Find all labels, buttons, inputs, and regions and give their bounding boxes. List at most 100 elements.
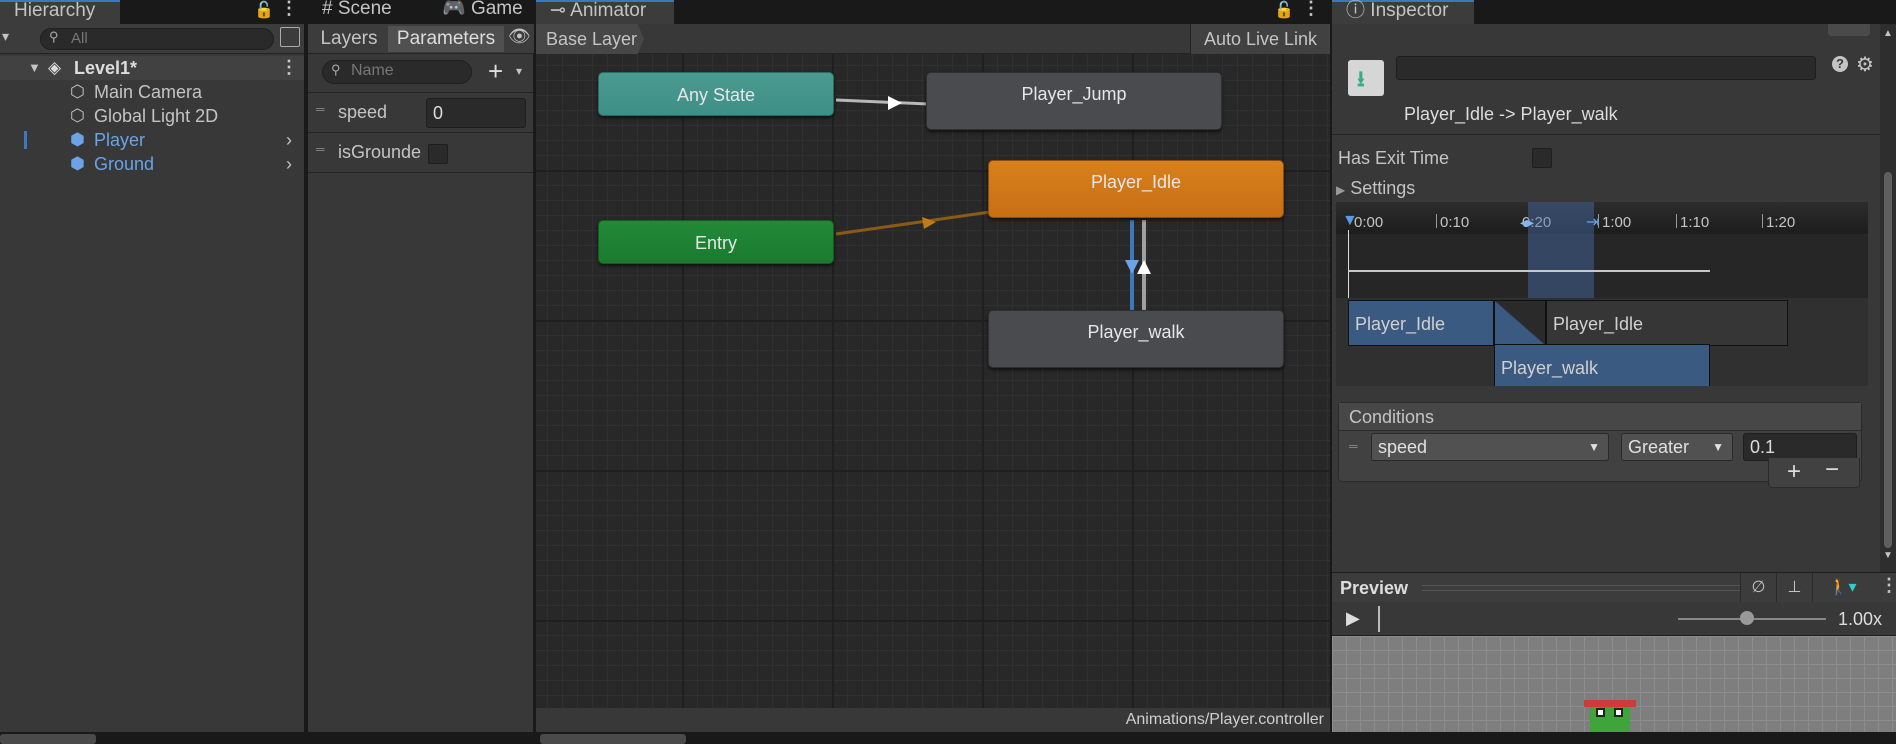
add-dropdown-icon[interactable]: ▾	[2, 28, 9, 45]
transition-end-handle-icon[interactable]: ⇥	[1586, 212, 1599, 232]
hierarchy-toolbar: ▾ ⚲ All	[0, 24, 304, 54]
param-isgrounded-checkbox[interactable]	[428, 144, 448, 164]
has-exit-time-checkbox[interactable]	[1532, 148, 1552, 168]
tab-game[interactable]: 🎮 Game	[428, 0, 537, 24]
tab-animator[interactable]: ⊸ Animator	[536, 0, 674, 24]
more-menu-icon[interactable]: ⋮	[280, 0, 298, 19]
avatar-preview-icon[interactable]: 🚶▾	[1812, 573, 1872, 603]
prefab-icon: ⬢	[70, 130, 85, 149]
search-placeholder: All	[71, 30, 88, 47]
chevron-down-icon: ▼	[1588, 440, 1600, 454]
remove-condition-icon[interactable]: −	[1825, 456, 1839, 484]
param-row-isgrounded[interactable]: ═ isGrounde	[308, 134, 534, 172]
lock-icon[interactable]: 🔓	[1274, 0, 1294, 20]
scene-row[interactable]: ▼ ◈ Level1* ⋮	[0, 56, 304, 80]
chevron-right-icon[interactable]: ›	[286, 128, 292, 152]
transition-asset-icon: ⭳	[1348, 60, 1384, 96]
preview-time-cursor[interactable]	[1378, 606, 1380, 632]
timeline-tick: 1:10	[1680, 214, 1710, 231]
hierarchy-search-input[interactable]: ⚲ All	[40, 28, 274, 50]
track-player-idle-source[interactable]: Player_Idle	[1348, 300, 1494, 346]
state-player-idle[interactable]: Player_Idle	[988, 160, 1284, 218]
animator-hscroll[interactable]	[540, 734, 686, 744]
state-player-walk[interactable]: Player_walk	[988, 310, 1284, 368]
settings-label: Settings	[1350, 178, 1416, 198]
scroll-up-icon[interactable]: ▲	[1883, 28, 1893, 39]
lock-icon[interactable]: 🔓	[254, 0, 274, 20]
hierarchy-item-label: Ground	[94, 154, 155, 174]
transition-title: Player_Idle -> Player_walk	[1404, 104, 1618, 124]
tab-scene[interactable]: # Scene	[308, 0, 406, 24]
tab-game-label: Game	[470, 0, 523, 19]
tab-animator-label: Animator	[570, 0, 647, 21]
search-icon: ⚲	[49, 29, 59, 44]
condition-mode-value: Greater	[1628, 437, 1690, 457]
transition-timeline[interactable]: 0:00 0:10 0:20 1:00 1:10 1:20 ▼ ◂▸ ⇥ Pla…	[1336, 202, 1868, 386]
settings-foldout[interactable]: ▶ Settings	[1336, 178, 1415, 199]
param-search-input[interactable]: ⚲ Name	[322, 60, 472, 84]
timeline-ruler: 0:00 0:10 0:20 1:00 1:10 1:20	[1336, 202, 1868, 234]
add-condition-icon[interactable]: +	[1787, 458, 1801, 486]
add-parameter-icon[interactable]: +	[488, 56, 503, 87]
speed-slider-thumb[interactable]	[1740, 611, 1754, 625]
transition-entry-idle	[835, 210, 991, 236]
drag-handle-icon[interactable]: ═	[316, 142, 325, 156]
transition-anystate-jump[interactable]	[835, 98, 929, 106]
inspector-top-button[interactable]	[1828, 24, 1870, 36]
tab-parameters[interactable]: Parameters	[388, 26, 504, 52]
state-any-state[interactable]: Any State	[598, 72, 834, 116]
expand-arrow-icon[interactable]: ▼	[28, 56, 41, 80]
tab-inspector[interactable]: ⓘ Inspector	[1332, 0, 1474, 24]
prefab-icon: ⬢	[70, 154, 85, 173]
param-speed-value-input[interactable]: 0	[426, 98, 526, 128]
tab-hierarchy[interactable]: Hierarchy	[0, 0, 120, 24]
condition-threshold-input[interactable]: 0.1	[1743, 433, 1857, 461]
eye-icon[interactable]: 👁	[508, 26, 531, 47]
download-arrow-icon: ⭳	[1357, 66, 1365, 91]
hierarchy-item-main-camera[interactable]: ⬡ Main Camera	[0, 80, 304, 104]
drag-handle-icon[interactable]: ═	[316, 102, 325, 116]
param-name: isGrounde	[338, 142, 422, 162]
gear-icon[interactable]: ⚙	[1856, 52, 1874, 77]
divider	[308, 92, 534, 93]
more-menu-icon[interactable]: ⋮	[1302, 0, 1320, 19]
condition-param-dropdown[interactable]: speed ▼	[1371, 433, 1609, 461]
play-icon[interactable]: ▶	[1346, 608, 1360, 629]
pivot-toggle-icon[interactable]: ∅	[1740, 573, 1776, 603]
transition-arrow-icon	[1137, 260, 1151, 274]
track-player-walk[interactable]: Player_walk	[1494, 344, 1710, 386]
exit-time-handle-icon[interactable]: ◂▸	[1520, 214, 1534, 231]
hierarchy-item-ground[interactable]: ⬢ Ground ›	[0, 152, 304, 176]
condition-mode-dropdown[interactable]: Greater ▼	[1621, 433, 1733, 461]
scene-menu-icon[interactable]: ⋮	[280, 55, 298, 79]
parameters-panel: Layers Parameters 👁 ⚲ Name + ▾ ═ speed 0…	[308, 24, 534, 732]
chevron-down-icon[interactable]: ▾	[516, 64, 522, 78]
param-row-speed[interactable]: ═ speed 0	[308, 94, 534, 132]
help-icon[interactable]: ?	[1832, 56, 1848, 72]
bottom-bar	[0, 732, 1896, 744]
preview-drag-bar[interactable]	[1422, 585, 1740, 591]
more-menu-icon[interactable]: ⋮	[1880, 575, 1896, 596]
scrollbar-thumb[interactable]	[1884, 172, 1892, 548]
gamepad-icon: 🎮	[442, 0, 466, 19]
inspector-scrollbar[interactable]: ▲ ▼	[1880, 24, 1896, 572]
playhead-marker-icon[interactable]: ▼	[1342, 212, 1358, 230]
hierarchy-item-player[interactable]: ⬢ Player ›	[0, 128, 304, 152]
drag-handle-icon[interactable]: ═	[1349, 439, 1358, 453]
hierarchy-item-label: Global Light 2D	[94, 106, 219, 126]
scene-search-icon[interactable]	[280, 27, 300, 47]
has-exit-time-label: Has Exit Time	[1338, 148, 1450, 168]
hierarchy-hscroll[interactable]	[0, 734, 96, 744]
preview-viewport[interactable]	[1332, 636, 1896, 732]
track-player-idle-after[interactable]: Player_Idle	[1546, 300, 1788, 346]
tab-layers[interactable]: Layers	[312, 26, 386, 52]
state-player-jump[interactable]: Player_Jump	[926, 72, 1222, 130]
state-entry[interactable]: Entry	[598, 220, 834, 264]
axis-gizmo-icon[interactable]: ⊥	[1776, 573, 1812, 603]
hierarchy-item-global-light[interactable]: ⬡ Global Light 2D	[0, 104, 304, 128]
animator-graph[interactable]: Base Layer Auto Live Link Any State Play…	[536, 24, 1330, 732]
scroll-down-icon[interactable]: ▼	[1883, 550, 1893, 561]
chevron-right-icon[interactable]: ›	[286, 152, 292, 176]
inspector-panel: ⭳ ? ⚙ Player_Idle -> Player_walk Has Exi…	[1332, 24, 1896, 572]
transition-name-input[interactable]	[1396, 56, 1816, 80]
